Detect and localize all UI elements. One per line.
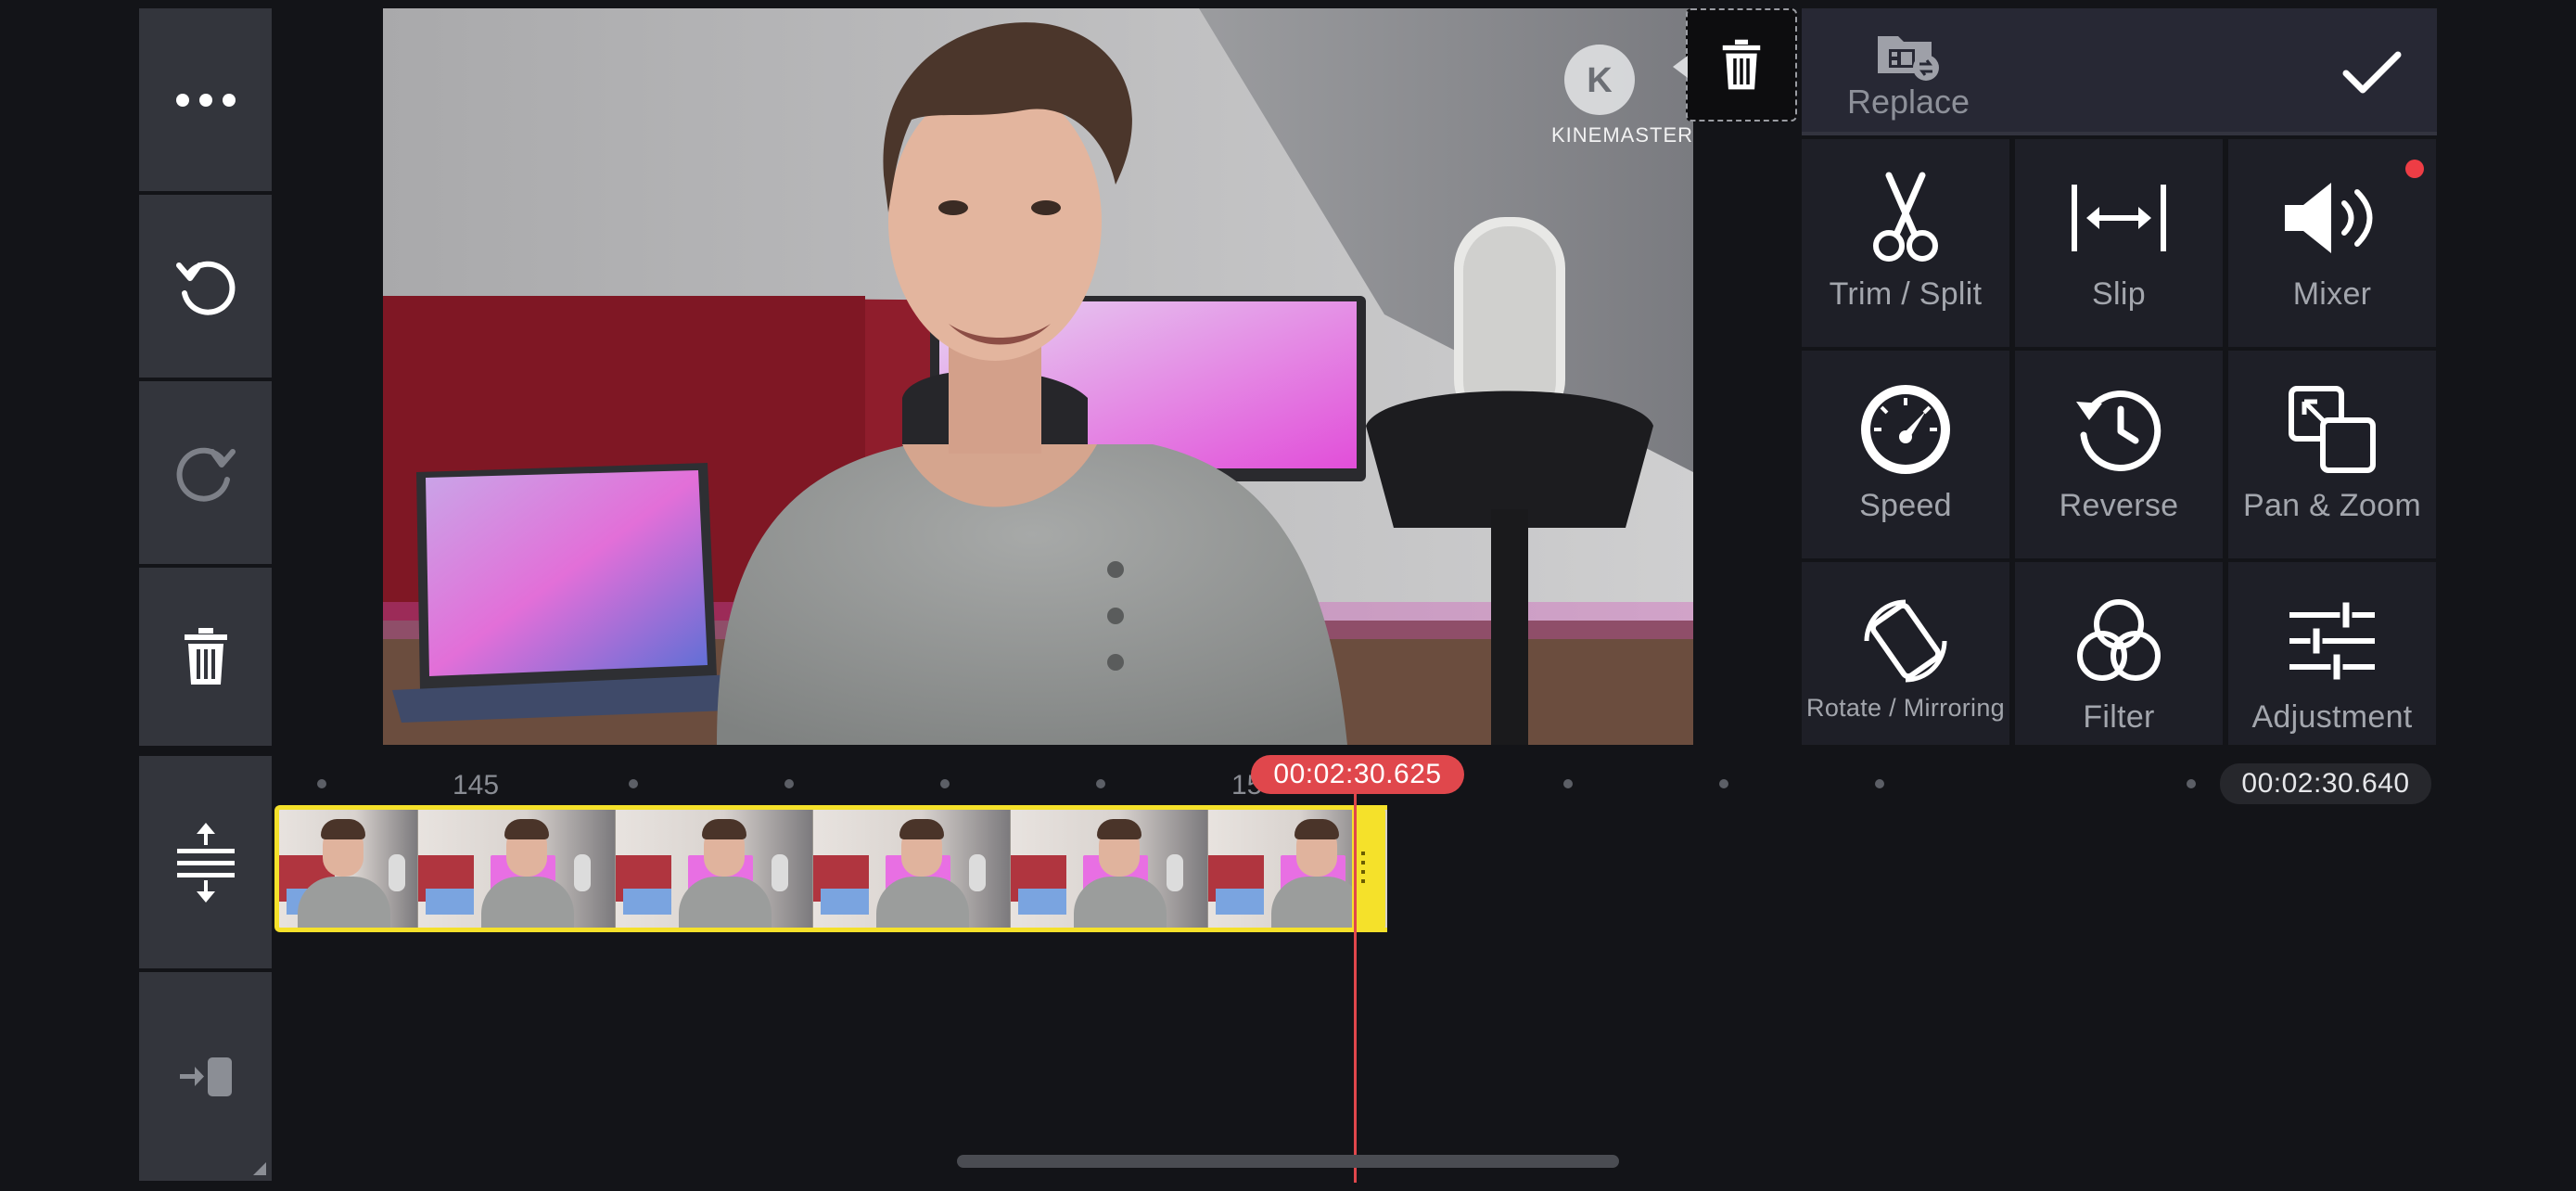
svg-text:K: K (1587, 61, 1613, 100)
speedometer-icon (1861, 385, 1950, 474)
pointer-arrow-icon (1673, 56, 1688, 78)
ruler-tick (629, 779, 638, 788)
pan-zoom-button[interactable]: Pan & Zoom (2228, 351, 2436, 558)
playhead-time: 00:02:30.625 (1251, 755, 1464, 794)
clip-thumbnail (1011, 810, 1208, 928)
ruler-tick (784, 779, 794, 788)
redo-icon (176, 447, 236, 502)
mixer-label: Mixer (2292, 276, 2372, 312)
total-duration: 00:02:30.640 (2220, 763, 2431, 804)
notification-dot (2405, 160, 2424, 178)
clip-thumbnail (1208, 810, 1375, 928)
filter-icon (2077, 599, 2161, 681)
adjustment-label: Adjustment (2251, 699, 2413, 735)
delete-button[interactable] (139, 568, 272, 746)
replace-media-icon (1878, 36, 1939, 81)
confirm-check-icon[interactable] (2342, 51, 2402, 96)
ruler-tick (2187, 779, 2196, 788)
trash-icon (184, 628, 227, 685)
replace-button[interactable]: Replace (1820, 27, 1996, 129)
more-horizontal-icon (175, 93, 236, 107)
clip-options-panel: Replace Trim / Split Slip Mixer Speed Re… (1802, 8, 2437, 745)
clip-thumbnail (616, 810, 813, 928)
adjustment-button[interactable]: Adjustment (2228, 562, 2436, 745)
kinemaster-watermark: KINEMASTER (1551, 123, 1693, 147)
clip-trim-handle[interactable] (1352, 805, 1385, 932)
scissors-icon (1873, 172, 1938, 262)
replace-label: Replace (1846, 83, 1970, 121)
trim-split-button[interactable]: Trim / Split (1802, 139, 2009, 347)
go-to-end-button[interactable] (139, 972, 272, 1181)
ruler-tick (940, 779, 950, 788)
mixer-button[interactable]: Mixer (2228, 139, 2436, 347)
rotate-icon (1864, 599, 1947, 683)
panel-header: Replace (1802, 8, 2437, 132)
ruler-tick (1719, 779, 1728, 788)
jump-to-end-icon (179, 1057, 232, 1096)
clip-thumbnail (813, 810, 1011, 928)
ruler-tick (317, 779, 326, 788)
filter-label: Filter (2083, 699, 2155, 735)
clip-thumbnail (279, 810, 418, 928)
redo-button[interactable] (139, 381, 272, 564)
slip-label: Slip (2092, 276, 2146, 312)
slip-button[interactable]: Slip (2015, 139, 2223, 347)
ruler-label: 145 (453, 770, 500, 800)
clip-thumbnail (418, 810, 616, 928)
sliders-icon (2289, 599, 2375, 683)
timeline-scrollbar[interactable] (957, 1155, 1619, 1168)
video-preview[interactable]: K KINEMASTER (383, 8, 1693, 745)
filter-button[interactable]: Filter (2015, 562, 2223, 745)
resize-corner-icon (253, 1162, 266, 1175)
preview-delete-button[interactable] (1686, 8, 1797, 122)
slip-icon (2072, 185, 2166, 251)
pan-zoom-icon (2289, 386, 2376, 473)
undo-button[interactable] (139, 195, 272, 378)
video-clip[interactable] (274, 805, 1387, 932)
ruler-tick (1875, 779, 1884, 788)
trash-icon (1722, 39, 1761, 90)
rotate-mirroring-label: Rotate / Mirroring (1806, 694, 2005, 722)
playhead-line[interactable] (1354, 775, 1357, 1183)
expand-collapse-icon (176, 822, 235, 903)
speed-label: Speed (1859, 488, 1952, 523)
rotate-mirroring-button[interactable]: Rotate / Mirroring (1802, 562, 2009, 745)
trim-split-label: Trim / Split (1829, 276, 1983, 312)
reverse-label: Reverse (2059, 488, 2179, 523)
undo-icon (175, 261, 235, 315)
speed-button[interactable]: Speed (1802, 351, 2009, 558)
ruler-tick (1563, 779, 1573, 788)
ruler-tick (1096, 779, 1105, 788)
pan-zoom-label: Pan & Zoom (2243, 488, 2421, 523)
more-options-button[interactable] (139, 8, 272, 191)
speaker-icon (2285, 183, 2373, 253)
reverse-button[interactable]: Reverse (2015, 351, 2223, 558)
reverse-clock-icon (2076, 391, 2162, 471)
video-frame-image: K (383, 8, 1693, 745)
track-height-button[interactable] (139, 756, 272, 968)
